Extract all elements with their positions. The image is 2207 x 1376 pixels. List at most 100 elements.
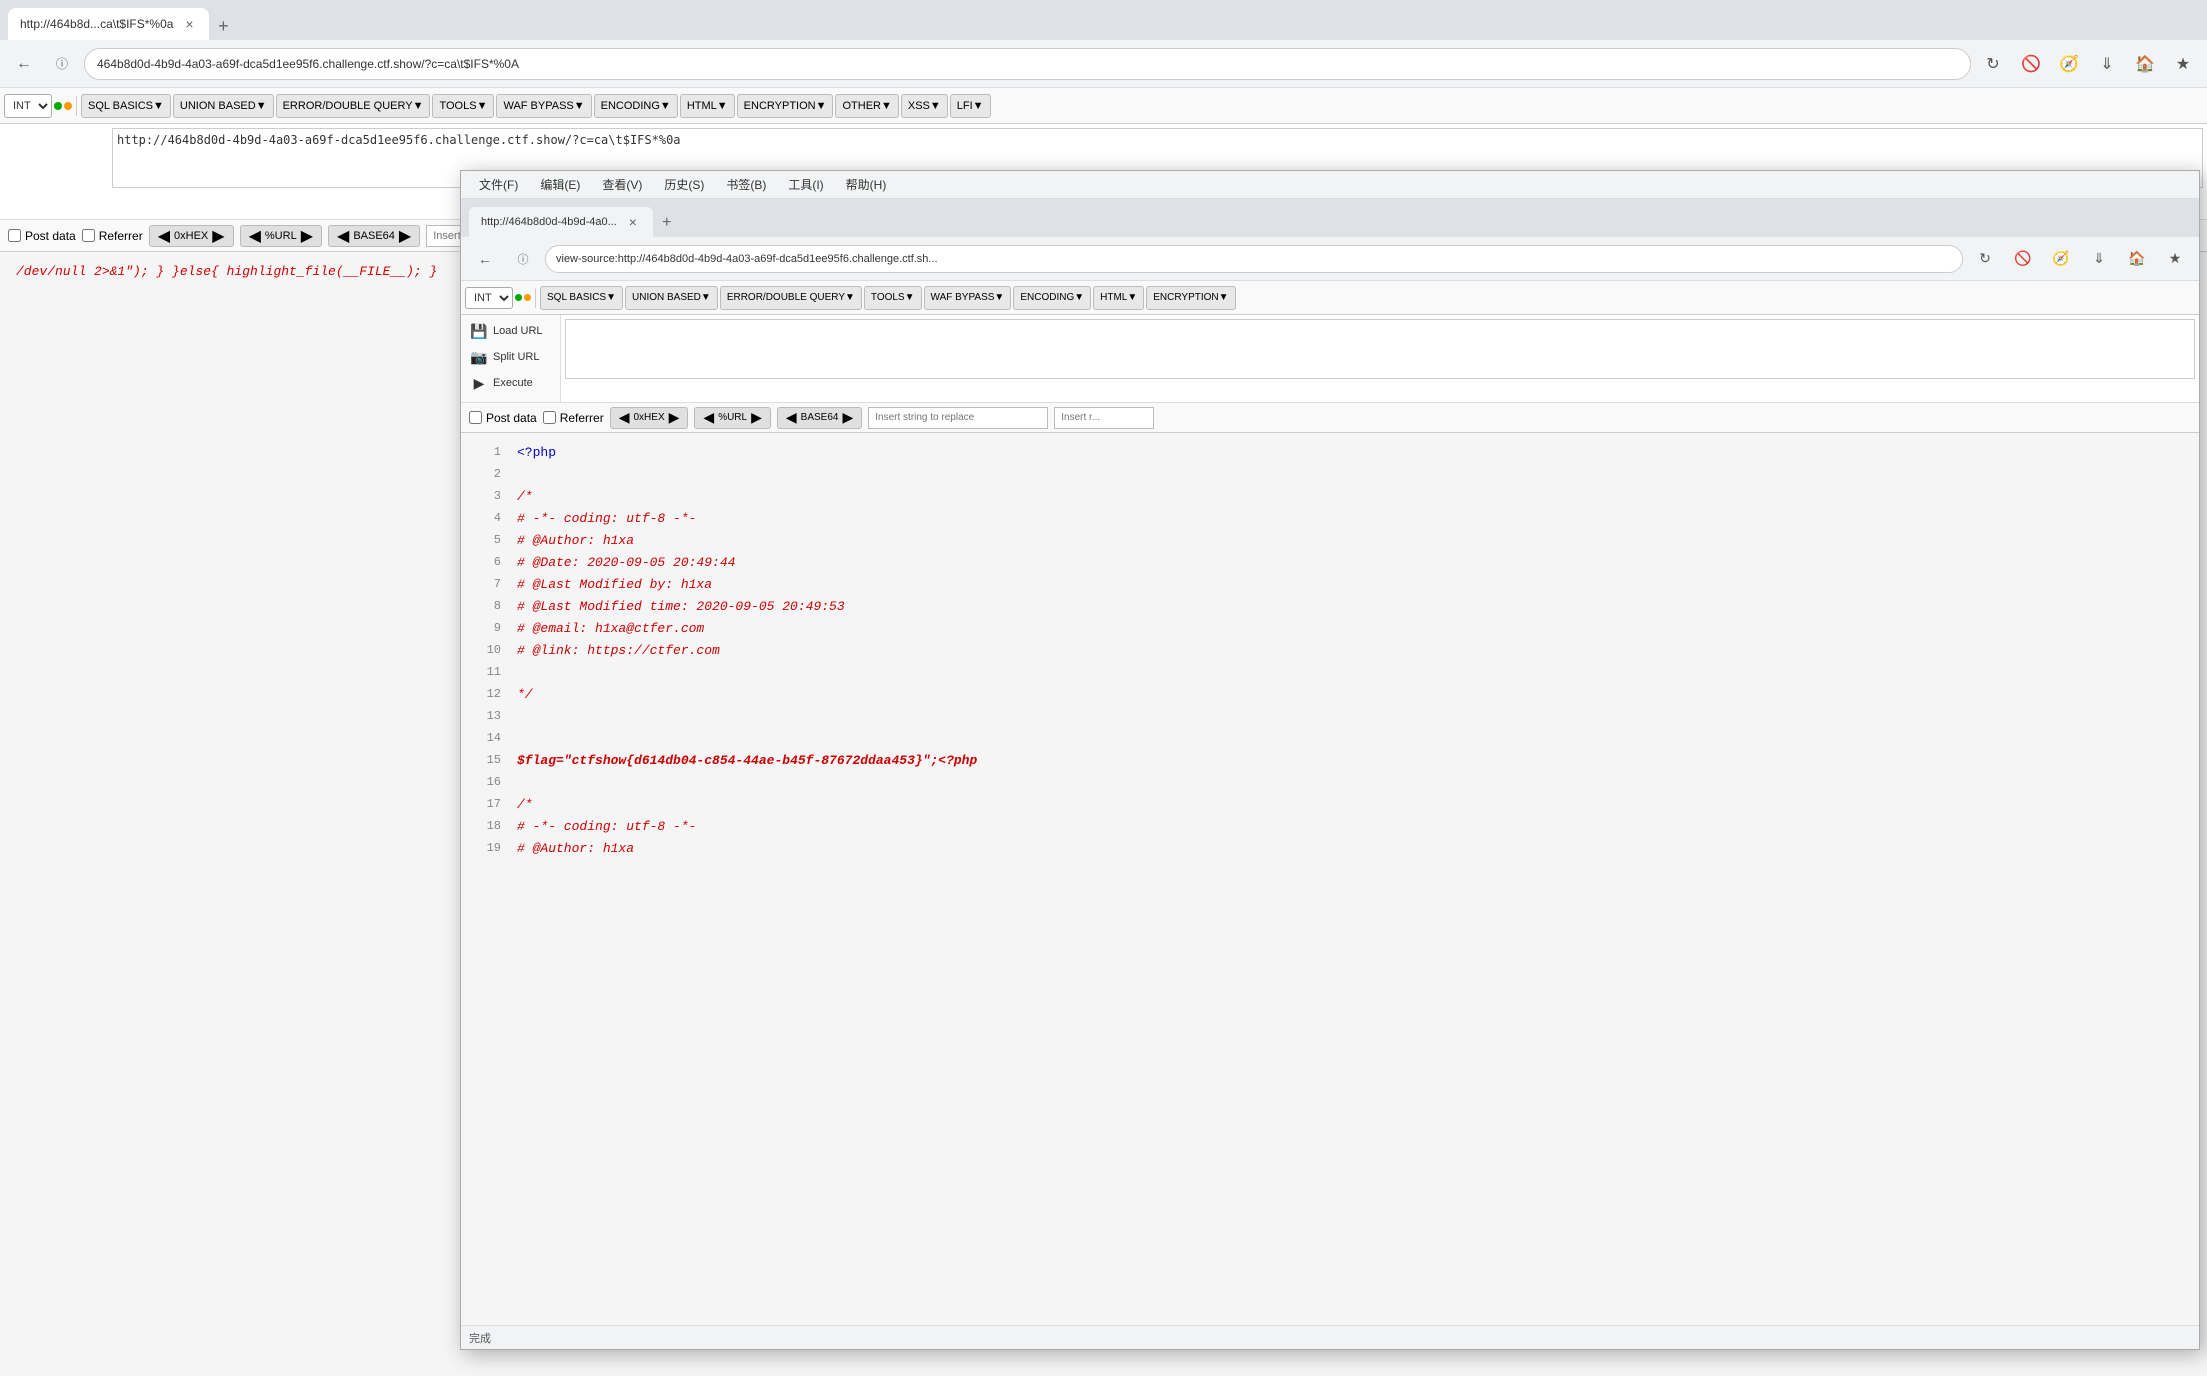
browser2-hackbar-toolbar: INT SQL BASICS▼ UNION BASED▼ ERROR/DOUBL… (461, 281, 2199, 315)
browser2-encryption-menu[interactable]: ENCRYPTION▼ (1146, 286, 1235, 310)
browser2-extension-icon[interactable]: 🧭 (2045, 243, 2077, 275)
line-content: $flag="ctfshow{d614db04-c854-44ae-b45f-8… (517, 753, 977, 768)
referrer-checkbox[interactable] (82, 229, 95, 242)
line-content: <?php (517, 445, 556, 460)
browser2-tab-label: http://464b8d0d-4b9d-4a0... (481, 216, 617, 228)
browser1-tabbar: http://464b8d...ca\t$IFS*%0a × + (0, 0, 2207, 40)
browser2-download-icon[interactable]: ⇓ (2083, 243, 2115, 275)
menu-help[interactable]: 帮助(H) (836, 174, 897, 195)
browser2-status-bar: 完成 (461, 1325, 2199, 1349)
hex-encode-btn[interactable]: ◀ 0xHEX ▶ (149, 225, 234, 247)
bookmark-icon[interactable]: ★ (2167, 48, 2199, 80)
status-dot-green (54, 102, 62, 110)
browser2-insert-with-input[interactable] (1054, 407, 1154, 429)
home-icon[interactable]: 🏠 (2129, 48, 2161, 80)
browser1-int-dropdown[interactable]: INT (4, 94, 52, 118)
sep1 (76, 96, 77, 116)
menu-history[interactable]: 历史(S) (654, 174, 714, 195)
source-line: 2 (477, 463, 2183, 485)
browser2-waf-bypass-menu[interactable]: WAF BYPASS▼ (924, 286, 1012, 310)
line-number: 9 (477, 621, 501, 635)
browser2-sql-basics-menu[interactable]: SQL BASICS▼ (540, 286, 623, 310)
browser2-source-code: 1<?php23/*4# -*- coding: utf-8 -*-5# @Au… (461, 433, 2199, 867)
line-number: 2 (477, 467, 501, 481)
info-icon[interactable]: ⓘ (46, 48, 78, 80)
browser2-hex-encode-btn[interactable]: ◀ 0xHEX ▶ (610, 407, 689, 429)
browser2-tab[interactable]: http://464b8d0d-4b9d-4a0... × (469, 207, 653, 237)
html-menu[interactable]: HTML▼ (680, 94, 735, 118)
line-content: */ (517, 687, 533, 702)
referrer-group: Referrer (82, 229, 143, 243)
browser2-address-text: view-source:http://464b8d0d-4b9d-4a03-a6… (556, 253, 938, 265)
menu-bookmarks[interactable]: 书签(B) (716, 174, 776, 195)
error-query-menu[interactable]: ERROR/DOUBLE QUERY▼ (276, 94, 431, 118)
browser2-reload-button[interactable]: ↻ (1969, 243, 2001, 275)
browser2-address-input[interactable]: view-source:http://464b8d0d-4b9d-4a03-a6… (545, 245, 1963, 273)
source-line: 13 (477, 705, 2183, 727)
browser2-home-icon[interactable]: 🏠 (2121, 243, 2153, 275)
download-icon[interactable]: ⇓ (2091, 48, 2123, 80)
browser2-post-data-checkbox[interactable] (469, 411, 482, 424)
tools-menu[interactable]: TOOLS▼ (432, 94, 494, 118)
browser2-load-url-label: Load URL (493, 325, 543, 337)
browser2-bookmark-icon[interactable]: ★ (2159, 243, 2191, 275)
browser2-load-url-icon: 💾 (471, 323, 487, 339)
source-line: 5# @Author: h1xa (477, 529, 2183, 551)
browser1-tab[interactable]: http://464b8d...ca\t$IFS*%0a × (8, 8, 209, 40)
browser2-url-textbox[interactable] (565, 319, 2195, 379)
browser2-split-url-button[interactable]: 📷 Split URL (465, 345, 556, 369)
browser2-url-encode-btn[interactable]: ◀ %URL ▶ (694, 407, 770, 429)
post-data-checkbox[interactable] (8, 229, 21, 242)
browser2-new-tab-button[interactable]: + (653, 209, 681, 237)
url-label: %URL (265, 230, 297, 242)
browser2-referrer-checkbox[interactable] (543, 411, 556, 424)
browser2-html-menu[interactable]: HTML▼ (1093, 286, 1144, 310)
browser2-input-row: 💾 Load URL 📷 Split URL ▶ Execute (461, 315, 2199, 403)
browser2-int-dropdown[interactable]: INT (465, 287, 513, 309)
browser2-base64-encode-btn[interactable]: ◀ BASE64 ▶ (777, 407, 862, 429)
browser2-execute-button[interactable]: ▶ Execute (465, 371, 556, 395)
xss-menu[interactable]: XSS▼ (901, 94, 948, 118)
waf-bypass-menu[interactable]: WAF BYPASS▼ (496, 94, 591, 118)
browser2-error-query-menu[interactable]: ERROR/DOUBLE QUERY▼ (720, 286, 862, 310)
browser2-tab-close[interactable]: × (625, 214, 641, 230)
new-tab-button[interactable]: + (209, 12, 237, 40)
reload-button[interactable]: ↻ (1977, 48, 2009, 80)
menu-edit[interactable]: 编辑(E) (530, 174, 590, 195)
lfi-menu[interactable]: LFI▼ (950, 94, 991, 118)
browser2-encoding-menu[interactable]: ENCODING▼ (1013, 286, 1091, 310)
line-content: # @Author: h1xa (517, 841, 634, 856)
menu-tools[interactable]: 工具(I) (778, 174, 833, 195)
browser2-info-icon[interactable]: ⓘ (507, 243, 539, 275)
menu-file[interactable]: 文件(F) (469, 174, 528, 195)
browser2-union-based-menu[interactable]: UNION BASED▼ (625, 286, 718, 310)
line-number: 4 (477, 511, 501, 525)
line-content: # @link: https://ctfer.com (517, 643, 720, 658)
url-encode-btn[interactable]: ◀ %URL ▶ (240, 225, 322, 247)
browser2-load-url-button[interactable]: 💾 Load URL (465, 319, 556, 343)
browser2-status-dot-yellow (524, 294, 531, 301)
browser1-tab-close[interactable]: × (181, 16, 197, 32)
browser2-tools-menu[interactable]: TOOLS▼ (864, 286, 922, 310)
line-number: 15 (477, 753, 501, 767)
union-based-menu[interactable]: UNION BASED▼ (173, 94, 274, 118)
sql-basics-menu[interactable]: SQL BASICS▼ (81, 94, 171, 118)
other-menu[interactable]: OTHER▼ (835, 94, 898, 118)
browser2-back-button[interactable]: ← (469, 243, 501, 275)
source-line: 11 (477, 661, 2183, 683)
line-content: /* (517, 797, 533, 812)
back-button[interactable]: ← (8, 48, 40, 80)
browser2-hex-label: 0xHEX (634, 412, 665, 423)
menu-view[interactable]: 查看(V) (592, 174, 652, 195)
extension-icon[interactable]: 🧭 (2053, 48, 2085, 80)
browser2-execute-icon: ▶ (471, 375, 487, 391)
line-content: # @Author: h1xa (517, 533, 634, 548)
encryption-menu[interactable]: ENCRYPTION▼ (737, 94, 834, 118)
line-number: 13 (477, 709, 501, 723)
base64-encode-btn[interactable]: ◀ BASE64 ▶ (328, 225, 420, 247)
browser2-insert-replace-input[interactable] (868, 407, 1048, 429)
address-input[interactable]: 464b8d0d-4b9d-4a03-a69f-dca5d1ee95f6.cha… (84, 48, 1971, 80)
encoding-menu[interactable]: ENCODING▼ (594, 94, 678, 118)
address-text: 464b8d0d-4b9d-4a03-a69f-dca5d1ee95f6.cha… (97, 57, 519, 71)
source-line: 4# -*- coding: utf-8 -*- (477, 507, 2183, 529)
